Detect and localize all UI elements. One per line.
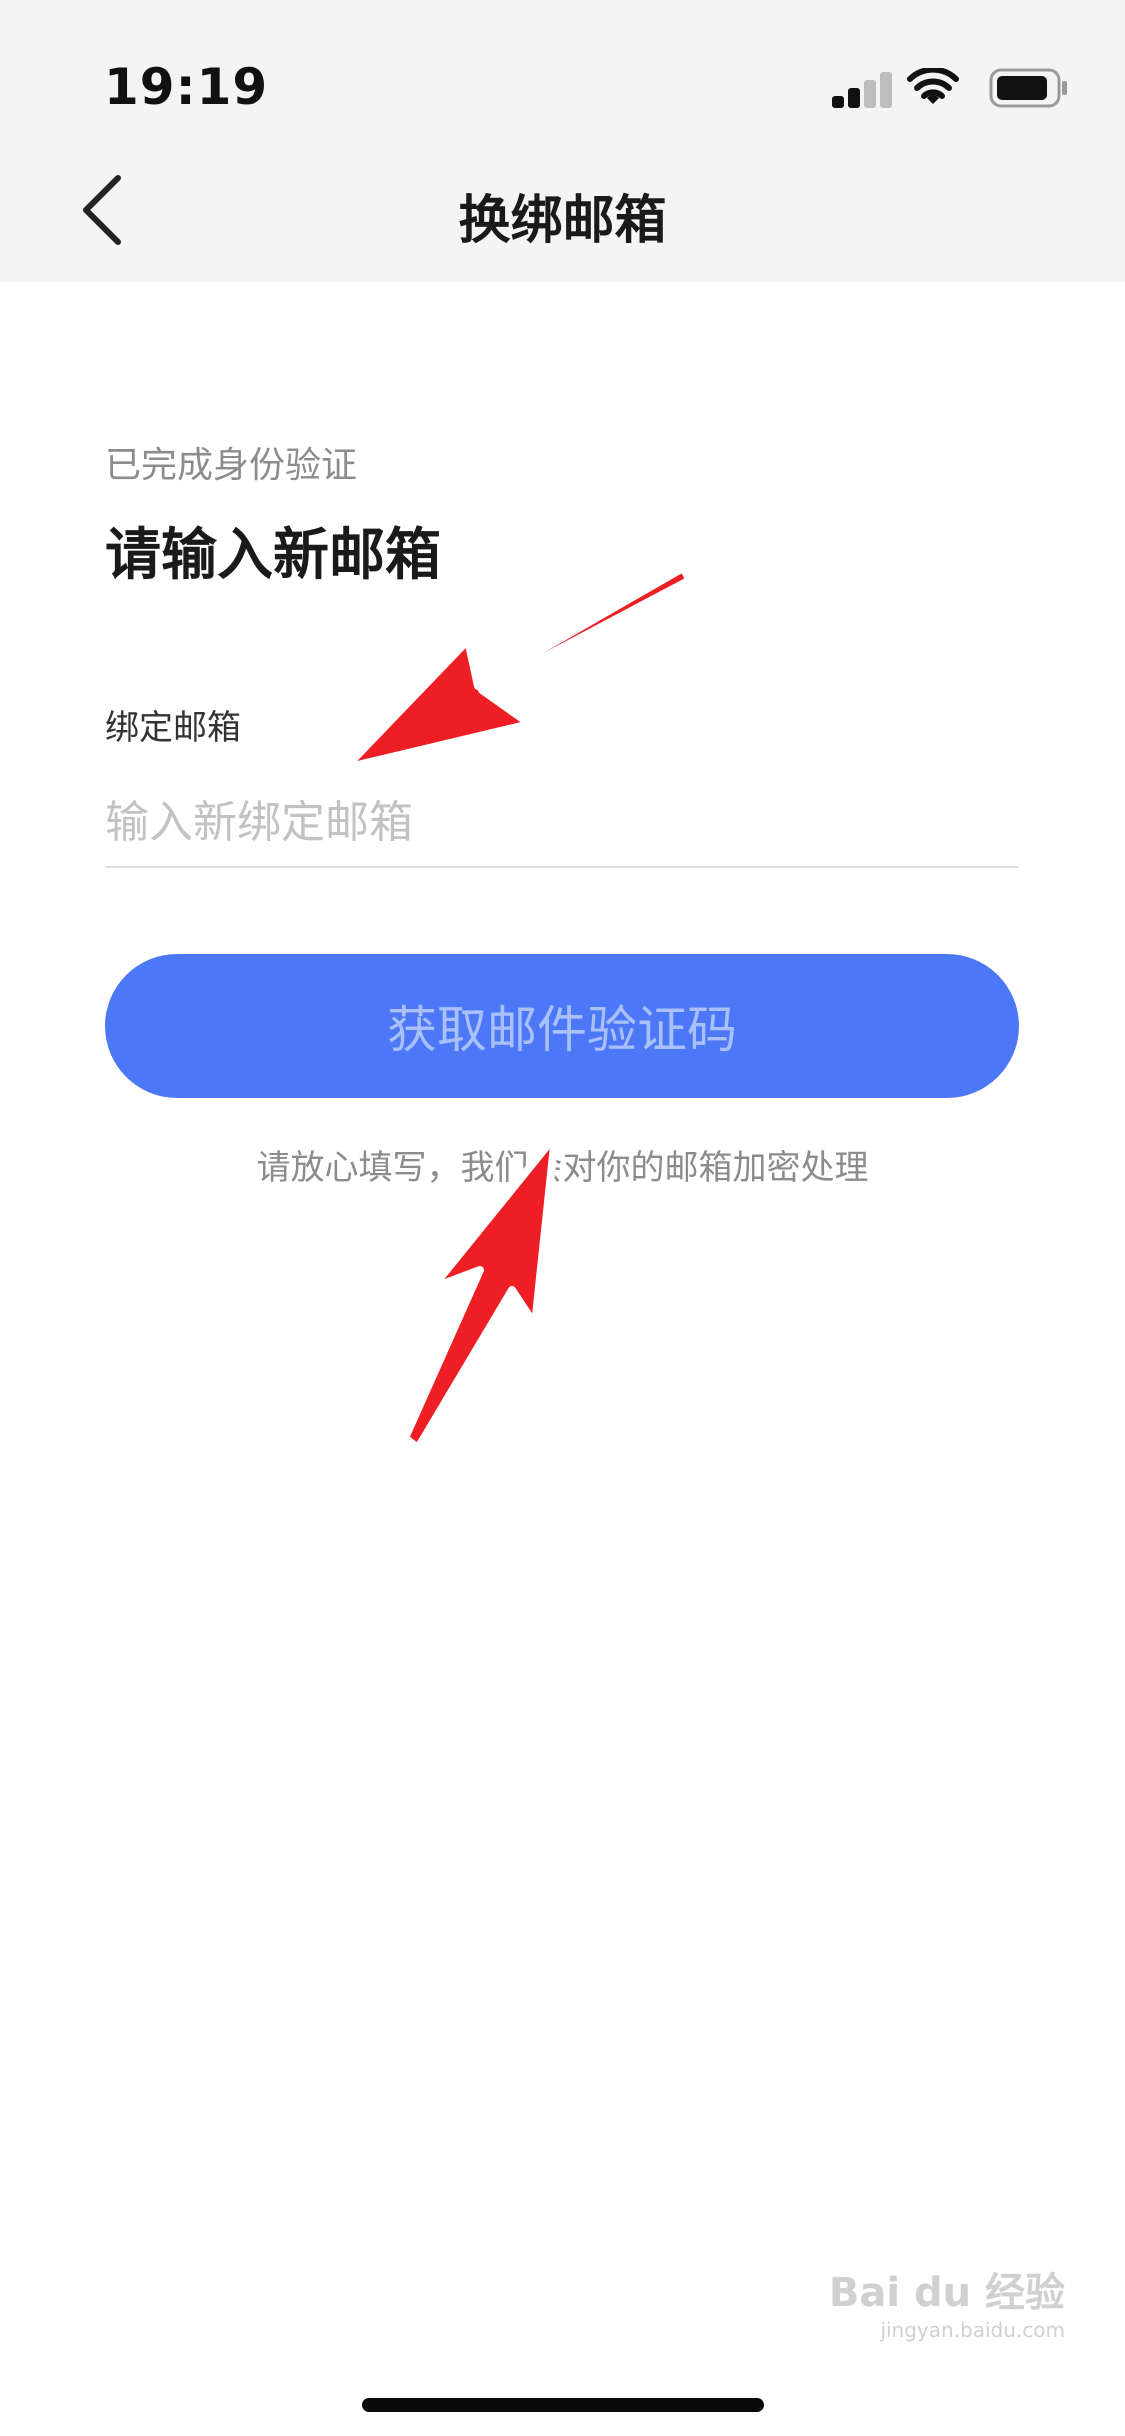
get-email-code-button[interactable]: 获取邮件验证码 — [105, 954, 1019, 1098]
watermark-text: Bai du 经验 — [828, 2270, 1065, 2316]
annotation-arrows — [341, 564, 694, 1452]
form-headline: 请输入新邮箱 — [105, 523, 441, 588]
email-field-label: 绑定邮箱 — [105, 708, 241, 748]
battery-icon — [989, 68, 1067, 108]
watermark-subtext: jingyan.baidu.com — [880, 2318, 1065, 2342]
cellular-signal-icon — [832, 72, 892, 108]
privacy-note: 请放心填写，我们会对你的邮箱加密处理 — [256, 1148, 869, 1188]
watermark: Bai du 经验 jingyan.baidu.com — [829, 2260, 1065, 2342]
verification-status: 已完成身份验证 — [105, 445, 358, 486]
arrow-to-email-field — [341, 564, 694, 772]
page-title: 换绑邮箱 — [458, 191, 667, 251]
email-field-underline — [105, 866, 1019, 868]
email-field[interactable] — [105, 780, 1019, 864]
wifi-icon — [907, 68, 959, 104]
top-bar: 19:19 换绑邮箱 — [0, 0, 1125, 282]
home-indicator[interactable] — [362, 2398, 764, 2412]
status-time: 19:19 — [104, 58, 269, 116]
